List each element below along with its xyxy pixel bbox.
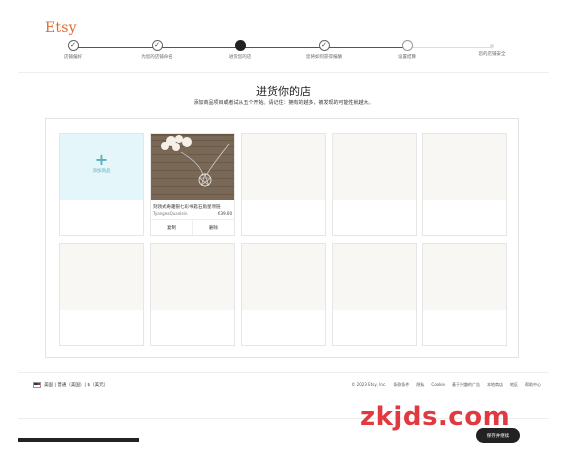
progress-stepper: ✓ 店铺偏好 ✓ 为您的店铺命名 进货您的店 ✓ 您将如何获得报酬 设置结算 您… <box>55 40 510 70</box>
listing-title[interactable]: 刻领式奇趣银七彩书匙石角星项链 <box>153 204 232 210</box>
footer-links: © 2023 Etsy, Inc. 条款条件 隐私 Cookie 基于兴趣的广告… <box>351 382 541 388</box>
step-label: 进货您的店 <box>228 55 252 60</box>
necklace-photo <box>151 134 234 200</box>
footer-link-privacy[interactable]: 隐私 <box>416 382 424 388</box>
step-name-shop[interactable]: ✓ 为您的店铺命名 <box>122 40 192 60</box>
listing-price: €39.00 <box>218 211 232 216</box>
step-stock-shop[interactable]: 进货您的店 <box>205 40 275 60</box>
empty-listing-slot <box>241 243 326 346</box>
slot-placeholder <box>60 244 143 310</box>
copyright: © 2023 Etsy, Inc. <box>351 382 387 387</box>
slot-placeholder <box>242 134 325 200</box>
footer-link-interest-ads[interactable]: 基于兴趣的广告 <box>452 382 480 388</box>
add-listing-area[interactable]: + 添加商品 <box>60 134 143 200</box>
card-footer <box>333 200 416 235</box>
listings-panel: + 添加商品 刻领式奇趣银七彩书匙石角星项链 TyangeaQuanlein €… <box>45 118 519 358</box>
step-label: 设置结算 <box>398 55 416 60</box>
card-footer <box>242 200 325 235</box>
us-flag-icon <box>33 382 41 388</box>
delete-button[interactable]: 删除 <box>192 220 234 235</box>
card-footer <box>60 200 143 235</box>
step-label: 您将如何获得报酬 <box>306 55 342 60</box>
page-title: 进货你的店 <box>256 85 311 98</box>
empty-listing-slot <box>422 133 507 236</box>
listing-image[interactable] <box>151 134 234 200</box>
step-shop-preferences[interactable]: ✓ 店铺偏好 <box>38 40 108 60</box>
current-dot-icon <box>234 40 246 51</box>
divider <box>18 72 549 73</box>
check-icon: ✓ <box>151 40 163 51</box>
step-label: 您的店铺安全 <box>478 52 506 57</box>
footer-link-cookies[interactable]: Cookie <box>431 382 445 388</box>
card-footer: 刻领式奇趣银七彩书匙石角星项链 TyangeaQuanlein €39.00 复… <box>151 200 234 235</box>
step-label: 店铺偏好 <box>64 55 82 60</box>
etsy-logo[interactable]: Etsy <box>45 20 77 36</box>
step-get-paid[interactable]: ✓ 您将如何获得报酬 <box>289 40 359 60</box>
check-icon: ✓ <box>318 40 330 51</box>
back-bar[interactable] <box>18 438 139 442</box>
step-billing[interactable]: 设置结算 <box>372 40 442 60</box>
slot-placeholder <box>333 134 416 200</box>
slot-placeholder <box>242 244 325 310</box>
slot-placeholder <box>151 244 234 310</box>
footer-link-help[interactable]: 帮助中心 <box>525 382 541 388</box>
locale-selector[interactable]: 美国 | 普通（美国）| $（美元） <box>33 382 108 388</box>
footer-link-regions[interactable]: 地区 <box>510 382 518 388</box>
card-footer <box>423 310 506 345</box>
watermark: zkjds.com <box>360 402 511 432</box>
add-listing-card[interactable]: + 添加商品 <box>59 133 144 236</box>
plus-icon: + <box>94 150 109 169</box>
slot-placeholder <box>333 244 416 310</box>
empty-listing-slot <box>59 243 144 346</box>
copy-button[interactable]: 复制 <box>151 220 192 235</box>
card-footer <box>423 200 506 235</box>
listing-shop: TyangeaQuanlein <box>153 211 188 216</box>
listing-actions: 复制 删除 <box>151 219 234 235</box>
empty-circle-icon <box>401 40 413 51</box>
footer-link-local-shops[interactable]: 本地商店 <box>487 382 503 388</box>
step-shop-security: 您的店铺安全 <box>457 40 527 57</box>
empty-listing-slot <box>150 243 235 346</box>
empty-listing-slot <box>241 133 326 236</box>
card-footer <box>60 310 143 345</box>
add-listing-label: 添加商品 <box>92 169 111 174</box>
small-dot-icon <box>490 44 494 48</box>
footer-link-terms[interactable]: 条款条件 <box>393 382 409 388</box>
listing-card[interactable]: 刻领式奇趣银七彩书匙石角星项链 TyangeaQuanlein €39.00 复… <box>150 133 235 236</box>
card-footer <box>333 310 416 345</box>
card-footer <box>151 310 234 345</box>
slot-placeholder <box>423 244 506 310</box>
slot-placeholder <box>423 134 506 200</box>
check-icon: ✓ <box>67 40 79 51</box>
step-label: 为您的店铺命名 <box>141 55 173 60</box>
locale-text: 美国 | 普通（美国）| $（美元） <box>44 383 109 388</box>
divider <box>18 372 549 373</box>
empty-listing-slot <box>332 133 417 236</box>
page-subtitle: 添加商品项目或者试从五个开始。请记住：拥有的越多，被发现的可能性就越大。 <box>193 100 374 106</box>
card-footer <box>242 310 325 345</box>
empty-listing-slot <box>422 243 507 346</box>
empty-listing-slot <box>332 243 417 346</box>
